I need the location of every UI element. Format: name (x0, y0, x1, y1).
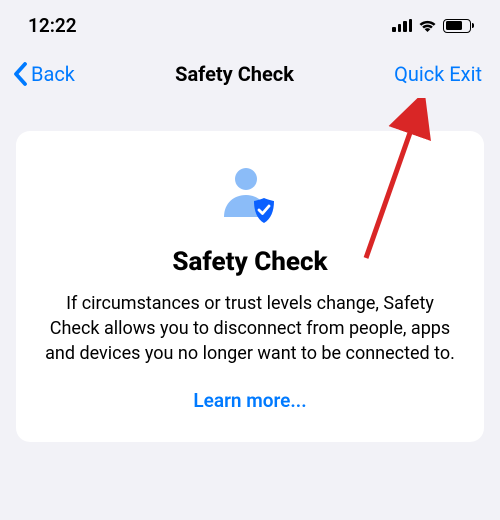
learn-more-link[interactable]: Learn more... (40, 389, 460, 412)
navigation-bar: Back Safety Check Quick Exit (0, 45, 500, 107)
card-body-text: If circumstances or trust levels change,… (40, 291, 460, 367)
chevron-left-icon (12, 61, 29, 87)
status-time: 12:22 (28, 14, 77, 37)
back-label: Back (31, 62, 75, 86)
page-title: Safety Check (175, 62, 294, 86)
person-shield-icon (40, 167, 460, 225)
battery-icon (443, 19, 474, 33)
status-icons (392, 19, 474, 33)
quick-exit-button[interactable]: Quick Exit (394, 62, 482, 86)
back-button[interactable]: Back (12, 61, 75, 87)
status-bar: 12:22 (0, 0, 500, 45)
safety-check-card: Safety Check If circumstances or trust l… (16, 131, 484, 442)
card-title: Safety Check (40, 247, 460, 277)
wifi-icon (418, 19, 437, 33)
cellular-signal-icon (392, 19, 412, 32)
